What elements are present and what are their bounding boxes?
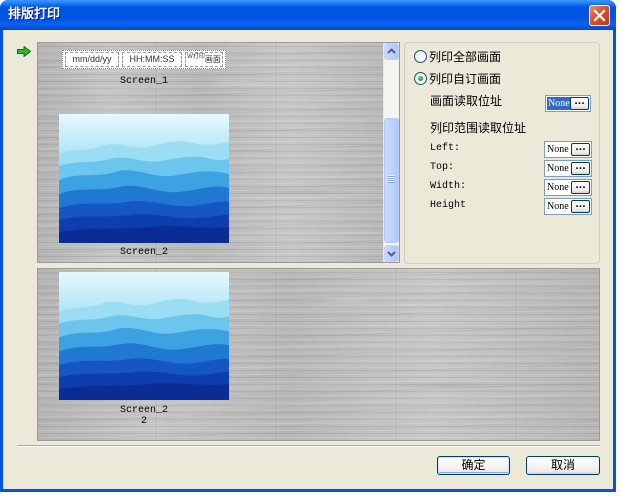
ok-button[interactable]: 确定 xyxy=(437,456,510,475)
scroll-down-arrow-icon xyxy=(387,251,396,257)
screen-thumbnail-image xyxy=(59,114,229,243)
landscape-image xyxy=(59,114,229,243)
scroll-up-arrow-icon xyxy=(387,48,396,54)
width-address-input[interactable]: None ... xyxy=(544,179,592,196)
scroll-thumb-grip xyxy=(388,175,395,183)
radio-print-custom-indicator[interactable] xyxy=(414,72,427,85)
radio-print-custom[interactable]: 列印自订画面 xyxy=(414,72,584,86)
radio-print-all[interactable]: 列印全部画面 xyxy=(414,50,584,64)
screen-2-label: Screen_2 xyxy=(119,247,168,258)
dialog-window: 排版打印 mm/dd/yy HH:MM:SS W打印画面 Screen_1 Sc… xyxy=(0,0,616,492)
close-icon xyxy=(593,9,606,22)
top-label: Top: xyxy=(430,162,455,173)
width-browse-button[interactable]: ... xyxy=(571,181,590,194)
screen-item-2-top[interactable]: Screen_2 xyxy=(59,114,229,259)
left-address-input[interactable]: None ... xyxy=(544,141,592,158)
layout-preview-bottom[interactable]: Screen_2 2 xyxy=(37,268,600,441)
button-divider xyxy=(17,445,600,447)
radio-dot xyxy=(418,76,423,81)
close-button[interactable] xyxy=(589,5,610,26)
layout-preview-top[interactable]: mm/dd/yy HH:MM:SS W打印画面 Screen_1 Screen_… xyxy=(37,42,400,263)
green-arrow-icon xyxy=(17,42,32,58)
window-title: 排版打印 xyxy=(8,7,61,22)
print-icon-caption: W打印 xyxy=(187,54,205,60)
radio-print-custom-label: 列印自订画面 xyxy=(429,72,502,86)
height-browse-button[interactable]: ... xyxy=(571,200,590,213)
height-address-value: None xyxy=(547,201,569,212)
screen-address-value: None xyxy=(547,97,571,110)
close-icon-cross xyxy=(593,9,606,22)
width-label: Width: xyxy=(430,181,467,192)
vertical-scrollbar[interactable] xyxy=(383,43,399,262)
scroll-up-button[interactable] xyxy=(384,43,399,60)
screen-caption: Screen_2 2 xyxy=(59,405,229,427)
scroll-down-button[interactable] xyxy=(384,245,399,262)
page-header-fields[interactable]: mm/dd/yy HH:MM:SS W打印画面 xyxy=(62,50,226,69)
left-browse-button[interactable]: ... xyxy=(571,143,590,156)
green-arrow-shape xyxy=(17,45,32,58)
height-label: Height xyxy=(430,200,467,211)
height-address-input[interactable]: None ... xyxy=(544,198,592,215)
cancel-button[interactable]: 取消 xyxy=(526,456,600,475)
date-format-field[interactable]: mm/dd/yy xyxy=(65,52,119,67)
left-label: Left: xyxy=(430,143,461,154)
radio-print-all-indicator[interactable] xyxy=(414,50,427,63)
screen-address-label: 画面读取位址 xyxy=(430,94,503,108)
top-address-input[interactable]: None ... xyxy=(544,160,592,177)
screen-thumbnail-image xyxy=(59,272,229,400)
title-bar[interactable]: 排版打印 xyxy=(0,0,616,30)
screen-1-label: Screen_1 xyxy=(119,76,168,87)
scroll-down-chevron xyxy=(387,251,396,257)
left-address-value: None xyxy=(547,144,569,155)
green-arrow-svg xyxy=(17,45,32,58)
landscape-image xyxy=(59,272,229,400)
print-icon-label: 画面 xyxy=(204,55,221,64)
screen-2-label: Screen_2 xyxy=(119,405,168,416)
top-browse-button[interactable]: ... xyxy=(571,162,590,175)
screen-address-browse-button[interactable]: ... xyxy=(570,97,589,110)
radio-print-all-label: 列印全部画面 xyxy=(429,50,502,64)
print-screen-icon[interactable]: W打印画面 xyxy=(185,52,223,67)
screen-item-2-bottom[interactable]: Screen_2 2 xyxy=(59,272,229,427)
screen-index-label: 2 xyxy=(140,416,147,427)
width-address-value: None xyxy=(547,182,569,193)
print-options-group: 列印全部画面 列印自订画面 画面读取位址 None ... 列印范围读取位址 L… xyxy=(404,42,600,264)
screen-address-input[interactable]: None ... xyxy=(545,95,591,112)
scroll-thumb[interactable] xyxy=(384,118,399,243)
scroll-up-chevron xyxy=(387,48,396,54)
range-address-title: 列印范围读取位址 xyxy=(430,121,527,135)
top-address-value: None xyxy=(547,163,569,174)
time-format-field[interactable]: HH:MM:SS xyxy=(122,52,182,67)
